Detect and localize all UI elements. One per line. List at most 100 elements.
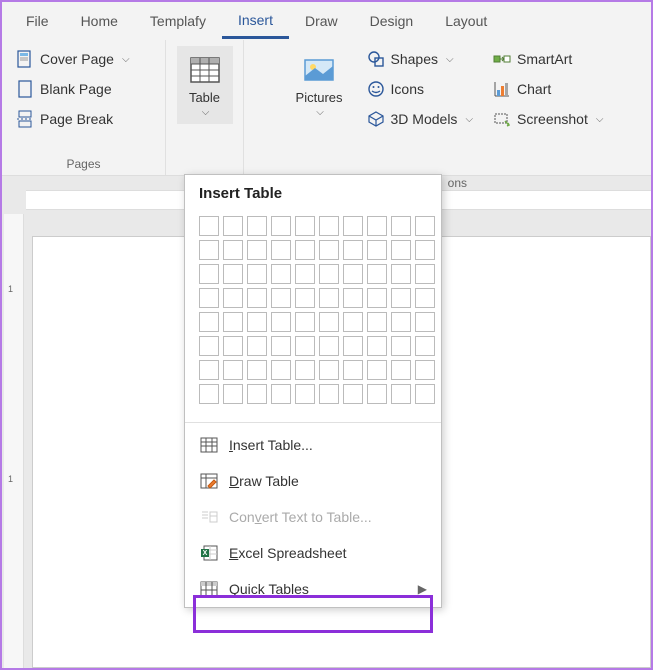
- grid-cell[interactable]: [391, 312, 411, 332]
- quick-tables-item[interactable]: Quick Tables ▶: [185, 571, 441, 607]
- tab-draw[interactable]: Draw: [289, 5, 354, 37]
- grid-cell[interactable]: [247, 216, 267, 236]
- grid-cell[interactable]: [343, 288, 363, 308]
- grid-cell[interactable]: [319, 312, 339, 332]
- smartart-button[interactable]: SmartArt: [487, 46, 609, 72]
- grid-cell[interactable]: [319, 216, 339, 236]
- grid-cell[interactable]: [295, 240, 315, 260]
- grid-cell[interactable]: [271, 312, 291, 332]
- grid-cell[interactable]: [391, 336, 411, 356]
- grid-cell[interactable]: [199, 312, 219, 332]
- cover-page-button[interactable]: Cover Page ⌵: [10, 46, 157, 72]
- grid-cell[interactable]: [199, 288, 219, 308]
- grid-cell[interactable]: [271, 288, 291, 308]
- grid-cell[interactable]: [247, 360, 267, 380]
- grid-cell[interactable]: [295, 288, 315, 308]
- grid-cell[interactable]: [295, 216, 315, 236]
- blank-page-button[interactable]: Blank Page: [10, 76, 157, 102]
- tab-design[interactable]: Design: [354, 5, 430, 37]
- page-break-button[interactable]: Page Break: [10, 106, 157, 132]
- grid-cell[interactable]: [319, 336, 339, 356]
- grid-cell[interactable]: [199, 240, 219, 260]
- grid-cell[interactable]: [199, 336, 219, 356]
- grid-cell[interactable]: [319, 384, 339, 404]
- grid-cell[interactable]: [271, 240, 291, 260]
- grid-cell[interactable]: [247, 384, 267, 404]
- grid-cell[interactable]: [271, 360, 291, 380]
- grid-cell[interactable]: [199, 216, 219, 236]
- grid-cell[interactable]: [271, 264, 291, 284]
- grid-cell[interactable]: [415, 264, 435, 284]
- grid-cell[interactable]: [415, 312, 435, 332]
- tab-insert[interactable]: Insert: [222, 4, 289, 39]
- excel-spreadsheet-item[interactable]: X Excel Spreadsheet: [185, 535, 441, 571]
- grid-cell[interactable]: [199, 384, 219, 404]
- tab-file[interactable]: File: [10, 5, 65, 37]
- grid-cell[interactable]: [391, 264, 411, 284]
- grid-cell[interactable]: [343, 360, 363, 380]
- shapes-button[interactable]: Shapes ⌵: [361, 46, 480, 72]
- grid-cell[interactable]: [391, 288, 411, 308]
- icons-button[interactable]: Icons: [361, 76, 480, 102]
- table-grid-picker[interactable]: [185, 210, 441, 418]
- grid-cell[interactable]: [367, 264, 387, 284]
- grid-cell[interactable]: [343, 216, 363, 236]
- grid-cell[interactable]: [415, 288, 435, 308]
- grid-cell[interactable]: [343, 384, 363, 404]
- table-button[interactable]: Table ⌵: [177, 46, 233, 124]
- insert-table-item[interactable]: Insert Table...: [185, 427, 441, 463]
- grid-cell[interactable]: [367, 288, 387, 308]
- grid-cell[interactable]: [247, 264, 267, 284]
- grid-cell[interactable]: [223, 216, 243, 236]
- grid-cell[interactable]: [223, 360, 243, 380]
- grid-cell[interactable]: [295, 336, 315, 356]
- grid-cell[interactable]: [391, 360, 411, 380]
- grid-cell[interactable]: [415, 240, 435, 260]
- grid-cell[interactable]: [391, 384, 411, 404]
- tab-layout[interactable]: Layout: [429, 5, 503, 37]
- grid-cell[interactable]: [247, 288, 267, 308]
- grid-cell[interactable]: [295, 264, 315, 284]
- grid-cell[interactable]: [199, 360, 219, 380]
- grid-cell[interactable]: [223, 288, 243, 308]
- grid-cell[interactable]: [367, 312, 387, 332]
- grid-cell[interactable]: [415, 360, 435, 380]
- grid-cell[interactable]: [343, 312, 363, 332]
- grid-cell[interactable]: [223, 336, 243, 356]
- 3d-models-button[interactable]: 3D Models ⌵: [361, 106, 480, 132]
- draw-table-item[interactable]: Draw Table: [185, 463, 441, 499]
- grid-cell[interactable]: [247, 240, 267, 260]
- vertical-ruler[interactable]: 1 1: [4, 214, 24, 668]
- grid-cell[interactable]: [223, 240, 243, 260]
- grid-cell[interactable]: [343, 264, 363, 284]
- grid-cell[interactable]: [295, 360, 315, 380]
- grid-cell[interactable]: [319, 240, 339, 260]
- grid-cell[interactable]: [319, 360, 339, 380]
- grid-cell[interactable]: [247, 336, 267, 356]
- grid-cell[interactable]: [415, 384, 435, 404]
- grid-cell[interactable]: [295, 384, 315, 404]
- grid-cell[interactable]: [223, 312, 243, 332]
- grid-cell[interactable]: [271, 336, 291, 356]
- grid-cell[interactable]: [223, 384, 243, 404]
- pictures-button[interactable]: Pictures ⌵: [286, 46, 353, 132]
- grid-cell[interactable]: [343, 336, 363, 356]
- tab-templafy[interactable]: Templafy: [134, 5, 222, 37]
- tab-home[interactable]: Home: [65, 5, 134, 37]
- grid-cell[interactable]: [367, 360, 387, 380]
- grid-cell[interactable]: [367, 336, 387, 356]
- grid-cell[interactable]: [223, 264, 243, 284]
- grid-cell[interactable]: [415, 336, 435, 356]
- grid-cell[interactable]: [367, 384, 387, 404]
- grid-cell[interactable]: [415, 216, 435, 236]
- grid-cell[interactable]: [343, 240, 363, 260]
- grid-cell[interactable]: [271, 216, 291, 236]
- grid-cell[interactable]: [367, 216, 387, 236]
- chart-button[interactable]: Chart: [487, 76, 609, 102]
- grid-cell[interactable]: [319, 264, 339, 284]
- grid-cell[interactable]: [247, 312, 267, 332]
- grid-cell[interactable]: [391, 216, 411, 236]
- grid-cell[interactable]: [271, 384, 291, 404]
- grid-cell[interactable]: [319, 288, 339, 308]
- grid-cell[interactable]: [367, 240, 387, 260]
